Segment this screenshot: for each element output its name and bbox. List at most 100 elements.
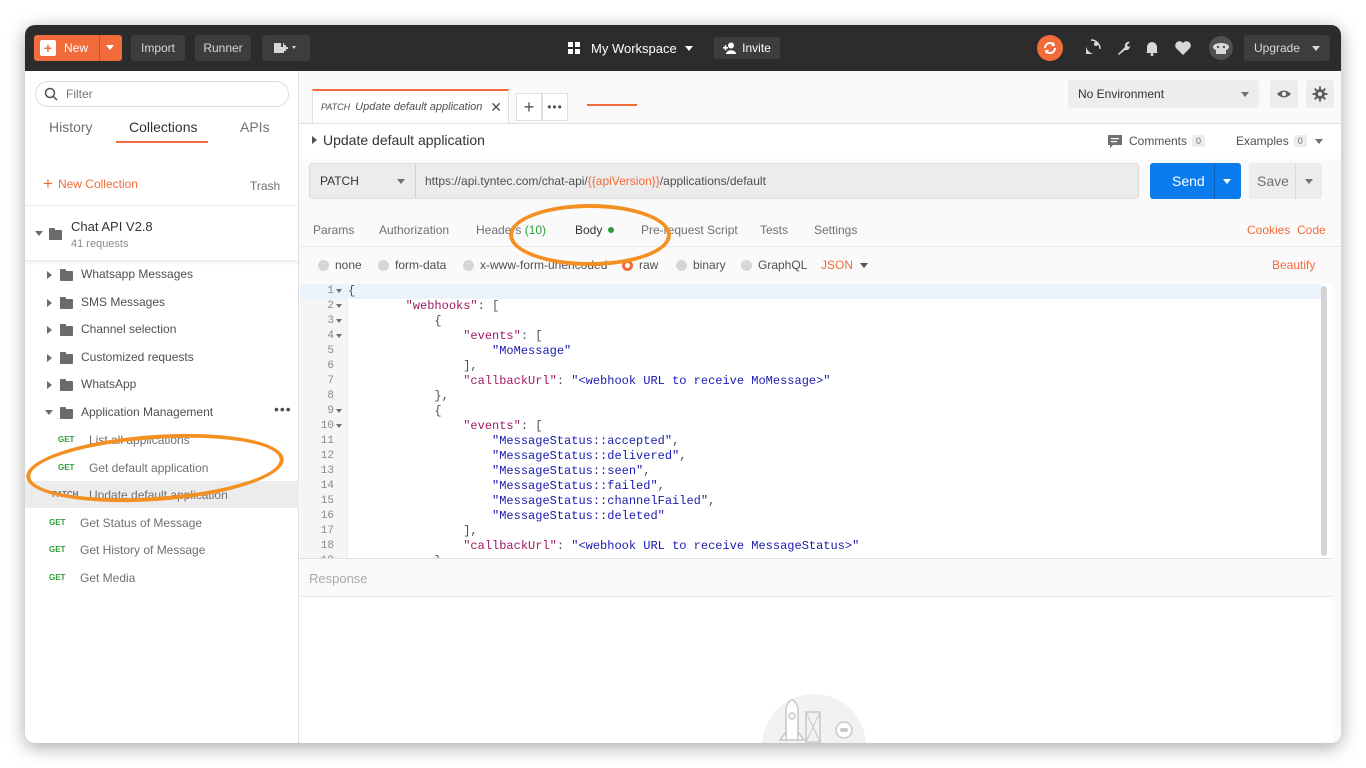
- request-item[interactable]: GET Get Media: [25, 564, 299, 591]
- filter-input[interactable]: [66, 87, 266, 101]
- workspace-selector[interactable]: My Workspace: [568, 37, 693, 59]
- radio-urlencoded[interactable]: x-www-form-urlencoded: [463, 258, 607, 272]
- code-text: ],: [348, 524, 478, 538]
- send-button[interactable]: Send: [1150, 163, 1241, 199]
- folder-icon: [60, 297, 73, 309]
- tab-history[interactable]: History: [49, 119, 93, 135]
- folder-item[interactable]: Application Management •••: [25, 399, 299, 426]
- open-new-window-button[interactable]: [262, 35, 310, 61]
- tab-params[interactable]: Params: [313, 223, 354, 237]
- beautify-link[interactable]: Beautify: [1272, 258, 1315, 272]
- fold-icon[interactable]: [336, 334, 342, 338]
- request-item-selected[interactable]: PATCH Update default application: [25, 481, 299, 508]
- more-options-icon[interactable]: •••: [274, 401, 292, 417]
- tab-collections[interactable]: Collections: [129, 119, 197, 135]
- request-tab[interactable]: PATCH Update default application ✕: [312, 89, 509, 123]
- line-number: 11: [320, 435, 334, 447]
- code-line: 6 ],: [300, 359, 1322, 374]
- heart-icon[interactable]: [1173, 38, 1193, 58]
- filter-field[interactable]: [35, 81, 289, 107]
- wrench-icon[interactable]: [1114, 38, 1134, 58]
- request-item[interactable]: GET Get Status of Message: [25, 509, 299, 536]
- collection-item[interactable]: Chat API V2.8 41 requests: [25, 205, 299, 261]
- comments-button[interactable]: Comments 0: [1108, 134, 1206, 148]
- tab-tests[interactable]: Tests: [760, 223, 788, 237]
- folder-item[interactable]: Channel selection: [25, 316, 299, 343]
- code-text: "MoMessage": [348, 344, 571, 359]
- radio-raw[interactable]: raw: [622, 258, 658, 272]
- tab-prerequest-script[interactable]: Pre-request Script: [641, 223, 738, 237]
- radio-form-data[interactable]: form-data: [378, 258, 446, 272]
- environment-select[interactable]: No Environment: [1068, 80, 1259, 108]
- save-button[interactable]: Save: [1249, 163, 1322, 199]
- line-number: 17: [320, 525, 334, 537]
- folder-icon: [60, 352, 73, 364]
- radio-none[interactable]: none: [318, 258, 362, 272]
- code-text: "events": [: [463, 329, 543, 343]
- import-button[interactable]: Import: [131, 35, 185, 61]
- chevron-down-icon[interactable]: [106, 45, 114, 50]
- request-item[interactable]: GET Get History of Message: [25, 536, 299, 563]
- add-user-icon: [723, 42, 737, 54]
- method-select[interactable]: PATCH: [310, 164, 416, 198]
- examples-button[interactable]: Examples 0: [1236, 134, 1323, 148]
- radio-graphql[interactable]: GraphQL: [741, 258, 807, 272]
- avatar[interactable]: [1209, 36, 1233, 60]
- close-icon[interactable]: ✕: [490, 99, 502, 116]
- tab-settings[interactable]: Settings: [814, 223, 857, 237]
- upgrade-button[interactable]: Upgrade: [1244, 35, 1330, 61]
- chevron-down-icon[interactable]: [1305, 179, 1313, 184]
- chevron-right-icon[interactable]: [312, 136, 317, 144]
- code-editor[interactable]: 1{ 2 "webhooks": [ 3 { 4 "events": [ 5 "…: [300, 284, 1332, 559]
- cookies-link[interactable]: Cookies: [1247, 223, 1290, 237]
- code-line: 17 ],: [300, 524, 1322, 539]
- url-input[interactable]: https://api.tyntec.com/chat-api/{{apiVer…: [425, 174, 766, 188]
- radio-binary[interactable]: binary: [676, 258, 726, 272]
- runner-button[interactable]: Runner: [195, 35, 251, 61]
- json-key: "callbackUrl": [463, 374, 557, 388]
- code-line: 18 "callbackUrl": "<webhook URL to recei…: [300, 539, 1322, 554]
- request-title[interactable]: Update default application: [323, 132, 485, 148]
- fold-icon[interactable]: [336, 409, 342, 413]
- fold-icon[interactable]: [336, 424, 342, 428]
- satellite-icon[interactable]: [1082, 38, 1102, 58]
- radio-label: GraphQL: [758, 258, 808, 272]
- environment-quick-look[interactable]: [1270, 80, 1298, 108]
- new-tab-button[interactable]: +: [516, 93, 542, 121]
- request-label: Get default application: [89, 461, 209, 475]
- trash-link[interactable]: Trash: [250, 179, 280, 193]
- line-number: 6: [327, 360, 334, 372]
- invite-button[interactable]: Invite: [714, 37, 780, 59]
- tab-apis[interactable]: APIs: [240, 119, 270, 135]
- tab-headers[interactable]: Headers (10): [476, 223, 546, 237]
- fold-icon[interactable]: [336, 289, 342, 293]
- tab-authorization[interactable]: Authorization: [379, 223, 449, 237]
- folder-item[interactable]: WhatsApp: [25, 371, 299, 398]
- chevron-down-icon[interactable]: [860, 263, 868, 268]
- fold-icon[interactable]: [336, 304, 342, 308]
- manage-environments-button[interactable]: [1306, 80, 1334, 108]
- json-string: "<webhook URL to receive MoMessage>": [571, 374, 831, 388]
- request-item[interactable]: GET List all applications: [25, 426, 299, 453]
- more-tabs-button[interactable]: •••: [542, 93, 568, 121]
- folder-item[interactable]: Whatsapp Messages: [25, 261, 299, 288]
- format-select[interactable]: JSON: [821, 258, 853, 272]
- json-string: "<webhook URL to receive MessageStatus>": [571, 539, 860, 553]
- bell-icon[interactable]: [1142, 38, 1162, 58]
- chevron-down-icon: [45, 410, 53, 415]
- sync-icon[interactable]: [1037, 35, 1063, 61]
- chevron-down-icon[interactable]: [1223, 179, 1231, 184]
- url-prefix: https://api.tyntec.com/chat-api/: [425, 174, 588, 188]
- tab-body[interactable]: Body: [575, 223, 615, 237]
- new-collection-button[interactable]: + New Collection: [43, 175, 138, 192]
- fold-icon[interactable]: [336, 319, 342, 323]
- new-button[interactable]: + New: [34, 35, 122, 61]
- line-number: 18: [320, 540, 334, 552]
- code-link[interactable]: Code: [1297, 223, 1326, 237]
- editor-scrollbar[interactable]: [1321, 286, 1327, 556]
- folder-item[interactable]: SMS Messages: [25, 289, 299, 316]
- chevron-down-icon[interactable]: [35, 231, 43, 236]
- folder-item[interactable]: Customized requests: [25, 344, 299, 371]
- request-item[interactable]: GET Get default application: [25, 454, 299, 481]
- workspace-grid-icon: [568, 42, 580, 54]
